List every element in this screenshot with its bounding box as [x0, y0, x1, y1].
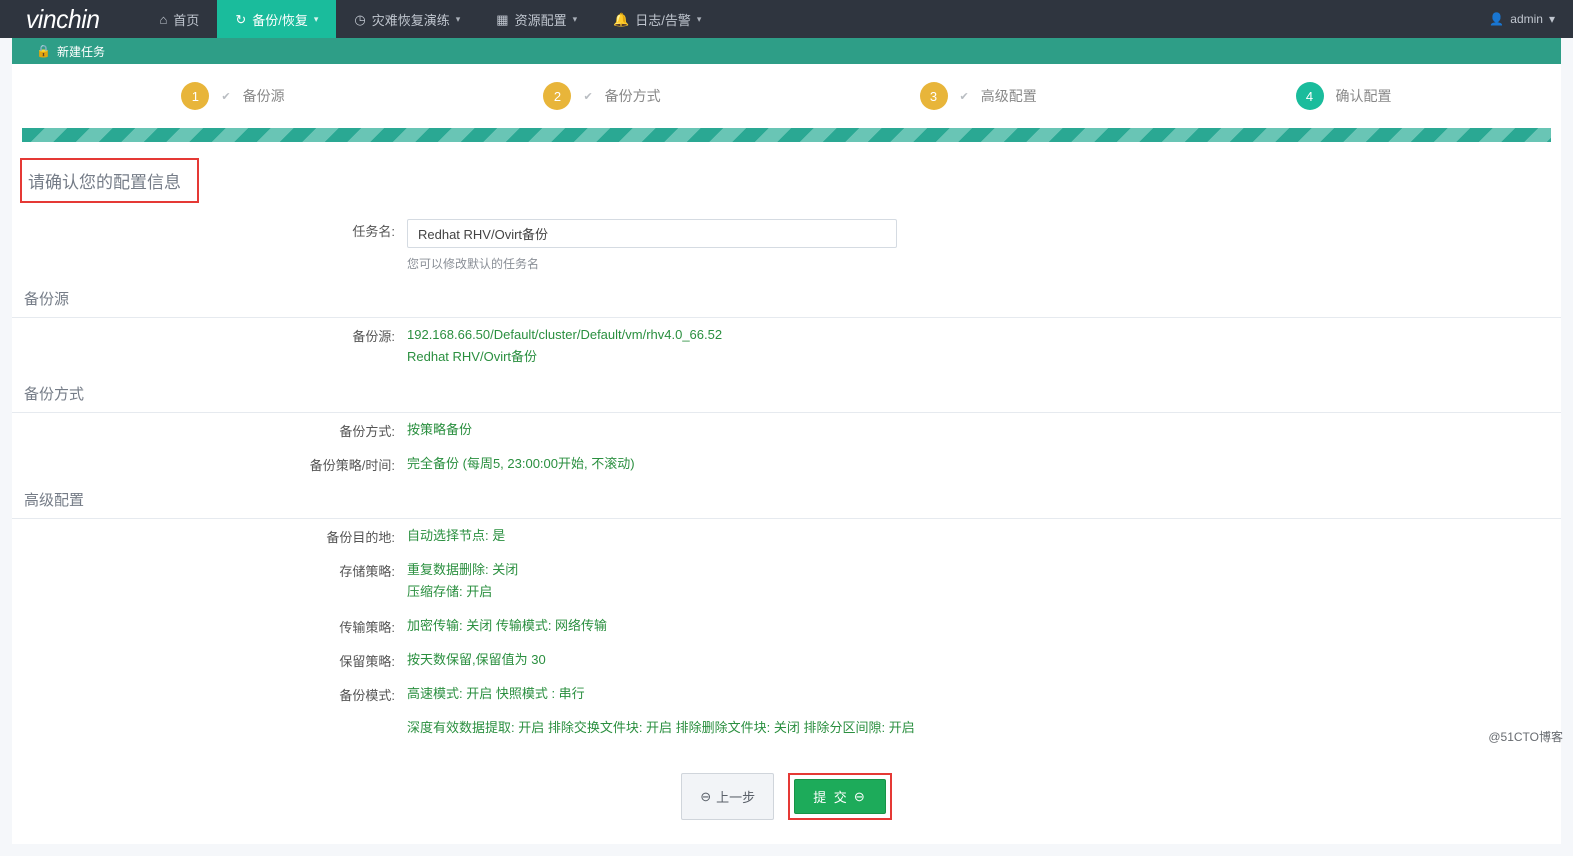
- arrow-left-icon: ⊖: [700, 789, 711, 805]
- schedule-label: 备份策略/时间:: [12, 453, 407, 475]
- transfer-label: 传输策略:: [12, 615, 407, 637]
- step-label: 备份源: [243, 86, 285, 106]
- nav-label: 备份/恢复: [252, 10, 308, 29]
- step-num: 4: [1296, 82, 1324, 110]
- retention-value: 按天数保留,保留值为 30: [407, 649, 1561, 671]
- nav-label: 首页: [173, 10, 199, 29]
- step-3[interactable]: 3 ✔ 高级配置: [920, 82, 1037, 110]
- chevron-down-icon: ▾: [573, 14, 578, 25]
- top-navbar: vinchin ⌂ 首页 ↻ 备份/恢复 ▾ ◷ 灾难恢复演练 ▾ ▦ 资源配置…: [0, 0, 1573, 38]
- mode-value: 高速模式: 开启 快照模式 : 串行: [407, 683, 1561, 705]
- dr-icon: ◷: [354, 13, 365, 26]
- nav-dr-drill[interactable]: ◷ 灾难恢复演练 ▾: [336, 0, 478, 38]
- source-value: 192.168.66.50/Default/cluster/Default/vm…: [407, 324, 1561, 368]
- dest-value: 自动选择节点: 是: [407, 525, 1561, 547]
- deep-label: [12, 717, 407, 739]
- method-label: 备份方式:: [12, 419, 407, 441]
- nav-backup-restore[interactable]: ↻ 备份/恢复 ▾: [217, 0, 336, 38]
- grid-icon: ▦: [496, 13, 508, 26]
- step-1[interactable]: 1 ✔ 备份源: [181, 82, 284, 110]
- check-icon: ✔: [960, 90, 969, 103]
- step-label: 确认配置: [1336, 86, 1392, 106]
- chevron-down-icon: ▾: [1549, 12, 1555, 26]
- nav-label: 灾难恢复演练: [372, 10, 450, 29]
- user-name: admin: [1510, 12, 1543, 26]
- step-4: 4 确认配置: [1296, 82, 1392, 110]
- mode-label: 备份模式:: [12, 683, 407, 705]
- nav-log-alert[interactable]: 🔔 日志/告警 ▾: [595, 0, 719, 38]
- check-icon: ✔: [583, 90, 592, 103]
- step-label: 备份方式: [605, 86, 661, 106]
- dest-label: 备份目的地:: [12, 525, 407, 547]
- chevron-down-icon: ▾: [697, 14, 702, 25]
- schedule-value: 完全备份 (每周5, 23:00:00开始, 不滚动): [407, 453, 1561, 475]
- prev-label: 上一步: [716, 787, 755, 806]
- deep-value: 深度有效数据提取: 开启 排除交换文件块: 开启 排除删除文件块: 关闭 排除分…: [407, 717, 1561, 739]
- user-icon: 👤: [1489, 12, 1504, 26]
- source-label: 备份源:: [12, 324, 407, 368]
- page-title: 新建任务: [57, 43, 105, 60]
- storage-value: 重复数据删除: 关闭 压缩存储: 开启: [407, 559, 1561, 603]
- wizard-actions: ⊖ 上一步 提 交 ⊖: [12, 773, 1561, 820]
- transfer-value: 加密传输: 关闭 传输模式: 网络传输: [407, 615, 1561, 637]
- step-2[interactable]: 2 ✔ 备份方式: [543, 82, 660, 110]
- check-icon: ✔: [221, 90, 230, 103]
- nav-home[interactable]: ⌂ 首页: [141, 0, 217, 38]
- retention-label: 保留策略:: [12, 649, 407, 671]
- refresh-icon: ↻: [235, 13, 246, 26]
- brand-logo: vinchin: [26, 4, 100, 35]
- section-source: 备份源: [12, 280, 1561, 318]
- step-num: 3: [920, 82, 948, 110]
- nav-menu: ⌂ 首页 ↻ 备份/恢复 ▾ ◷ 灾难恢复演练 ▾ ▦ 资源配置 ▾ 🔔 日志/…: [141, 0, 719, 38]
- submit-button[interactable]: 提 交 ⊖: [794, 779, 886, 814]
- lock-icon: 🔒: [36, 44, 51, 58]
- nav-resource[interactable]: ▦ 资源配置 ▾: [478, 0, 595, 38]
- submit-label: 提 交: [813, 787, 849, 806]
- confirm-title: 请确认您的配置信息: [20, 158, 199, 203]
- watermark: @51CTO博客: [1488, 728, 1563, 745]
- arrow-right-icon: ⊖: [854, 789, 867, 805]
- stripe-divider: [22, 128, 1551, 142]
- step-num: 2: [543, 82, 571, 110]
- step-num: 1: [181, 82, 209, 110]
- nav-label: 资源配置: [515, 10, 567, 29]
- method-value: 按策略备份: [407, 419, 1561, 441]
- chevron-down-icon: ▾: [456, 14, 461, 25]
- wizard-container: 1 ✔ 备份源 2 ✔ 备份方式 3 ✔ 高级配置 4 确认配置 请确认您的配置…: [12, 64, 1561, 844]
- task-name-label: 任务名:: [12, 219, 407, 274]
- storage-label: 存储策略:: [12, 559, 407, 603]
- task-name-input[interactable]: [407, 219, 897, 248]
- nav-label: 日志/告警: [635, 10, 691, 29]
- wizard-steps: 1 ✔ 备份源 2 ✔ 备份方式 3 ✔ 高级配置 4 确认配置: [12, 82, 1561, 128]
- prev-button[interactable]: ⊖ 上一步: [681, 773, 774, 820]
- submit-highlight: 提 交 ⊖: [788, 773, 892, 820]
- section-method: 备份方式: [12, 375, 1561, 413]
- chevron-down-icon: ▾: [314, 14, 319, 25]
- home-icon: ⌂: [159, 13, 167, 26]
- step-label: 高级配置: [981, 86, 1037, 106]
- section-advanced: 高级配置: [12, 481, 1561, 519]
- page-top-bar: 🔒 新建任务: [12, 38, 1561, 64]
- bell-icon: 🔔: [613, 13, 629, 26]
- task-name-hint: 您可以修改默认的任务名: [407, 254, 1561, 274]
- user-menu[interactable]: 👤 admin ▾: [1471, 12, 1573, 26]
